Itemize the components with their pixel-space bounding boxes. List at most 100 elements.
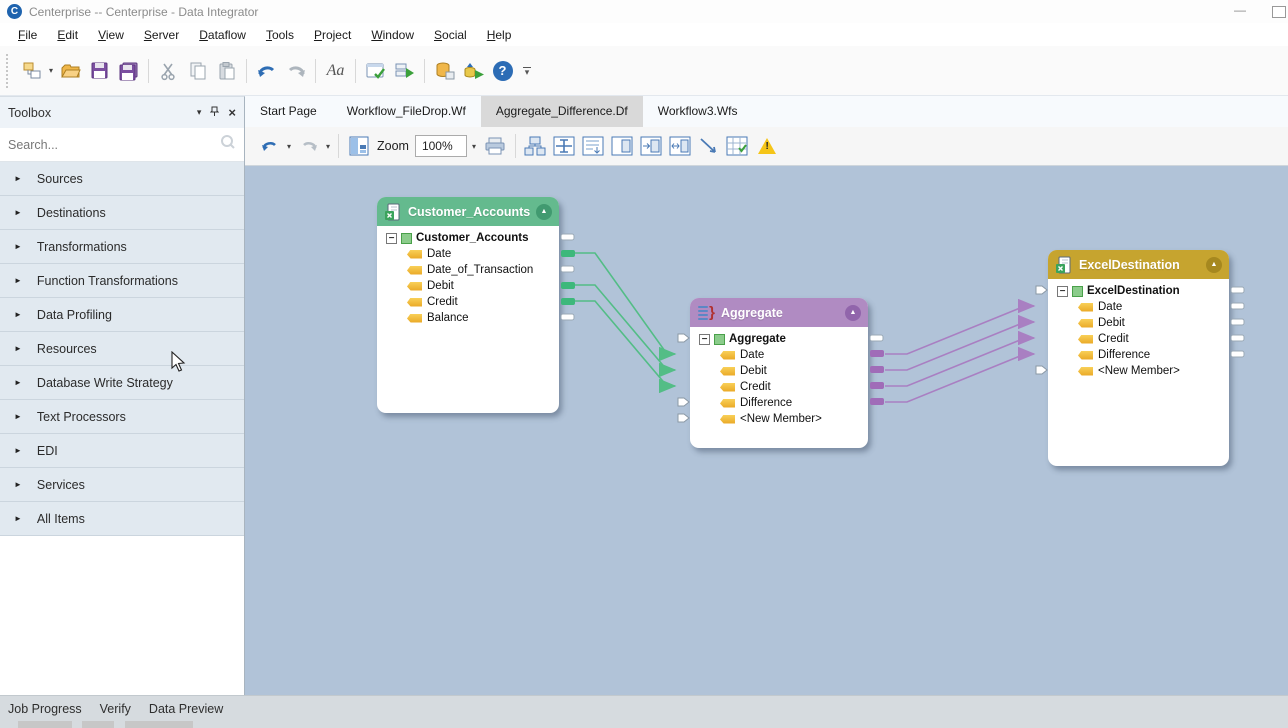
menu-view[interactable]: View xyxy=(88,25,134,45)
distribute-icon[interactable] xyxy=(667,133,694,160)
toolbar-separator xyxy=(355,59,356,83)
tab-job-progress[interactable]: Job Progress xyxy=(8,702,82,716)
tab-data-preview[interactable]: Data Preview xyxy=(149,702,223,716)
output-ports[interactable] xyxy=(870,335,884,405)
undo-dropdown-caret[interactable]: ▾ xyxy=(284,142,294,151)
tab-verify-button[interactable] xyxy=(82,721,114,728)
cut-icon[interactable] xyxy=(155,57,182,84)
maximize-button[interactable] xyxy=(1272,6,1286,18)
application-window: C Centerprise -- Centerprise - Data Inte… xyxy=(0,0,1288,728)
menu-window[interactable]: Window xyxy=(361,25,424,45)
search-icon xyxy=(220,134,236,155)
new-dropdown-caret[interactable]: ▾ xyxy=(46,66,56,75)
toolbar-overflow-icon[interactable]: ▾ xyxy=(523,67,531,75)
layout-panel-icon[interactable] xyxy=(345,133,372,160)
toolbox-item-sources[interactable]: ►Sources xyxy=(0,162,244,196)
warnings-icon[interactable]: ! xyxy=(754,133,781,160)
menu-help[interactable]: Help xyxy=(477,25,522,45)
toolbox-panel: Toolbox ▾ × ►Sources ►Destinations ►Tran… xyxy=(0,96,245,695)
redo-icon[interactable] xyxy=(282,57,309,84)
run-dataflow-icon[interactable] xyxy=(460,57,487,84)
toolbox-item-resources[interactable]: ►Resources xyxy=(0,332,244,366)
menu-tools[interactable]: Tools xyxy=(256,25,304,45)
tab-data-preview-button[interactable] xyxy=(125,721,193,728)
canvas-toolbar: ▾ ▾ Zoom 100% ▾ xyxy=(245,127,1288,166)
save-all-icon[interactable] xyxy=(115,57,142,84)
search-input[interactable] xyxy=(8,138,220,152)
dock-left-icon[interactable] xyxy=(609,133,636,160)
toolbox-item-edi[interactable]: ►EDI xyxy=(0,434,244,468)
menu-file[interactable]: File xyxy=(8,25,47,45)
toolbox-search-row xyxy=(0,128,244,162)
minimize-button[interactable]: — xyxy=(1225,3,1255,17)
open-file-icon[interactable] xyxy=(57,57,84,84)
toolbox-title: Toolbox xyxy=(8,106,51,120)
move-right-icon[interactable] xyxy=(638,133,665,160)
connection-green[interactable] xyxy=(575,253,675,386)
title-bar: C Centerprise -- Centerprise - Data Inte… xyxy=(0,0,1288,23)
tab-workflow3[interactable]: Workflow3.Wfs xyxy=(643,96,753,127)
connection-purple[interactable] xyxy=(885,306,1034,402)
align-middle-icon[interactable] xyxy=(551,133,578,160)
toolbox-item-transformations[interactable]: ►Transformations xyxy=(0,230,244,264)
database-source-icon[interactable] xyxy=(431,57,458,84)
toolbox-item-services[interactable]: ►Services xyxy=(0,468,244,502)
toolbar-separator xyxy=(338,134,339,158)
toolbar-separator xyxy=(424,59,425,83)
input-ports[interactable] xyxy=(678,334,689,422)
toolbar-separator xyxy=(315,59,316,83)
menu-server[interactable]: Server xyxy=(134,25,189,45)
tab-aggregate-difference[interactable]: Aggregate_Difference.Df xyxy=(481,96,643,127)
expand-items-icon[interactable] xyxy=(580,133,607,160)
toolbox-menu-icon[interactable]: ▾ xyxy=(197,107,202,118)
main-toolbar: ▾ Aa xyxy=(0,46,1288,96)
close-toolbox-icon[interactable]: × xyxy=(228,105,236,120)
menu-project[interactable]: Project xyxy=(304,25,361,45)
toolbox-item-destinations[interactable]: ►Destinations xyxy=(0,196,244,230)
window-title: Centerprise -- Centerprise - Data Integr… xyxy=(29,5,258,19)
app-logo-icon: C xyxy=(7,4,22,19)
save-icon[interactable] xyxy=(86,57,113,84)
tab-job-progress-button[interactable] xyxy=(18,721,72,728)
copy-icon[interactable] xyxy=(184,57,211,84)
dataflow-canvas[interactable]: Customer_Accounts ▲ − Customer_Accounts … xyxy=(245,166,1288,695)
help-icon[interactable]: ? xyxy=(489,57,516,84)
connections-layer xyxy=(245,166,1288,695)
toolbox-item-text-processors[interactable]: ►Text Processors xyxy=(0,400,244,434)
preview-grid-icon[interactable] xyxy=(725,133,752,160)
tab-verify[interactable]: Verify xyxy=(100,702,131,716)
menu-dataflow[interactable]: Dataflow xyxy=(189,25,256,45)
toolbox-item-data-profiling[interactable]: ►Data Profiling xyxy=(0,298,244,332)
toolbar-separator xyxy=(148,59,149,83)
font-settings-icon[interactable]: Aa xyxy=(322,57,349,84)
toolbox-item-database-write-strategy[interactable]: ►Database Write Strategy xyxy=(0,366,244,400)
undo-icon[interactable] xyxy=(253,57,280,84)
output-ports[interactable] xyxy=(561,234,575,320)
menu-edit[interactable]: Edit xyxy=(47,25,88,45)
run-preview-icon[interactable] xyxy=(391,57,418,84)
new-dataflow-icon[interactable] xyxy=(18,57,45,84)
zoom-select[interactable]: 100% xyxy=(415,135,467,157)
link-tool-icon[interactable] xyxy=(696,133,723,160)
toolbar-grip[interactable] xyxy=(6,54,11,88)
verify-window-icon[interactable] xyxy=(362,57,389,84)
toolbox-item-all-items[interactable]: ►All Items xyxy=(0,502,244,536)
pin-icon[interactable] xyxy=(210,106,219,120)
toolbox-item-function-transformations[interactable]: ►Function Transformations xyxy=(0,264,244,298)
zoom-value: 100% xyxy=(422,139,453,153)
output-ports[interactable] xyxy=(1231,287,1244,357)
input-ports[interactable] xyxy=(1036,286,1047,374)
paste-icon[interactable] xyxy=(213,57,240,84)
redo-small-icon[interactable] xyxy=(295,133,322,160)
print-icon[interactable] xyxy=(482,133,509,160)
toolbar-separator xyxy=(246,59,247,83)
menu-social[interactable]: Social xyxy=(424,25,477,45)
zoom-dropdown-caret[interactable]: ▾ xyxy=(467,135,481,157)
redo-dropdown-caret[interactable]: ▾ xyxy=(323,142,333,151)
toolbar-separator xyxy=(515,134,516,158)
undo-small-icon[interactable] xyxy=(256,133,283,160)
auto-layout-icon[interactable] xyxy=(522,133,549,160)
tab-workflow-filedrop[interactable]: Workflow_FileDrop.Wf xyxy=(332,96,481,127)
tab-start-page[interactable]: Start Page xyxy=(245,96,332,127)
toolbox-header: Toolbox ▾ × xyxy=(0,97,244,128)
